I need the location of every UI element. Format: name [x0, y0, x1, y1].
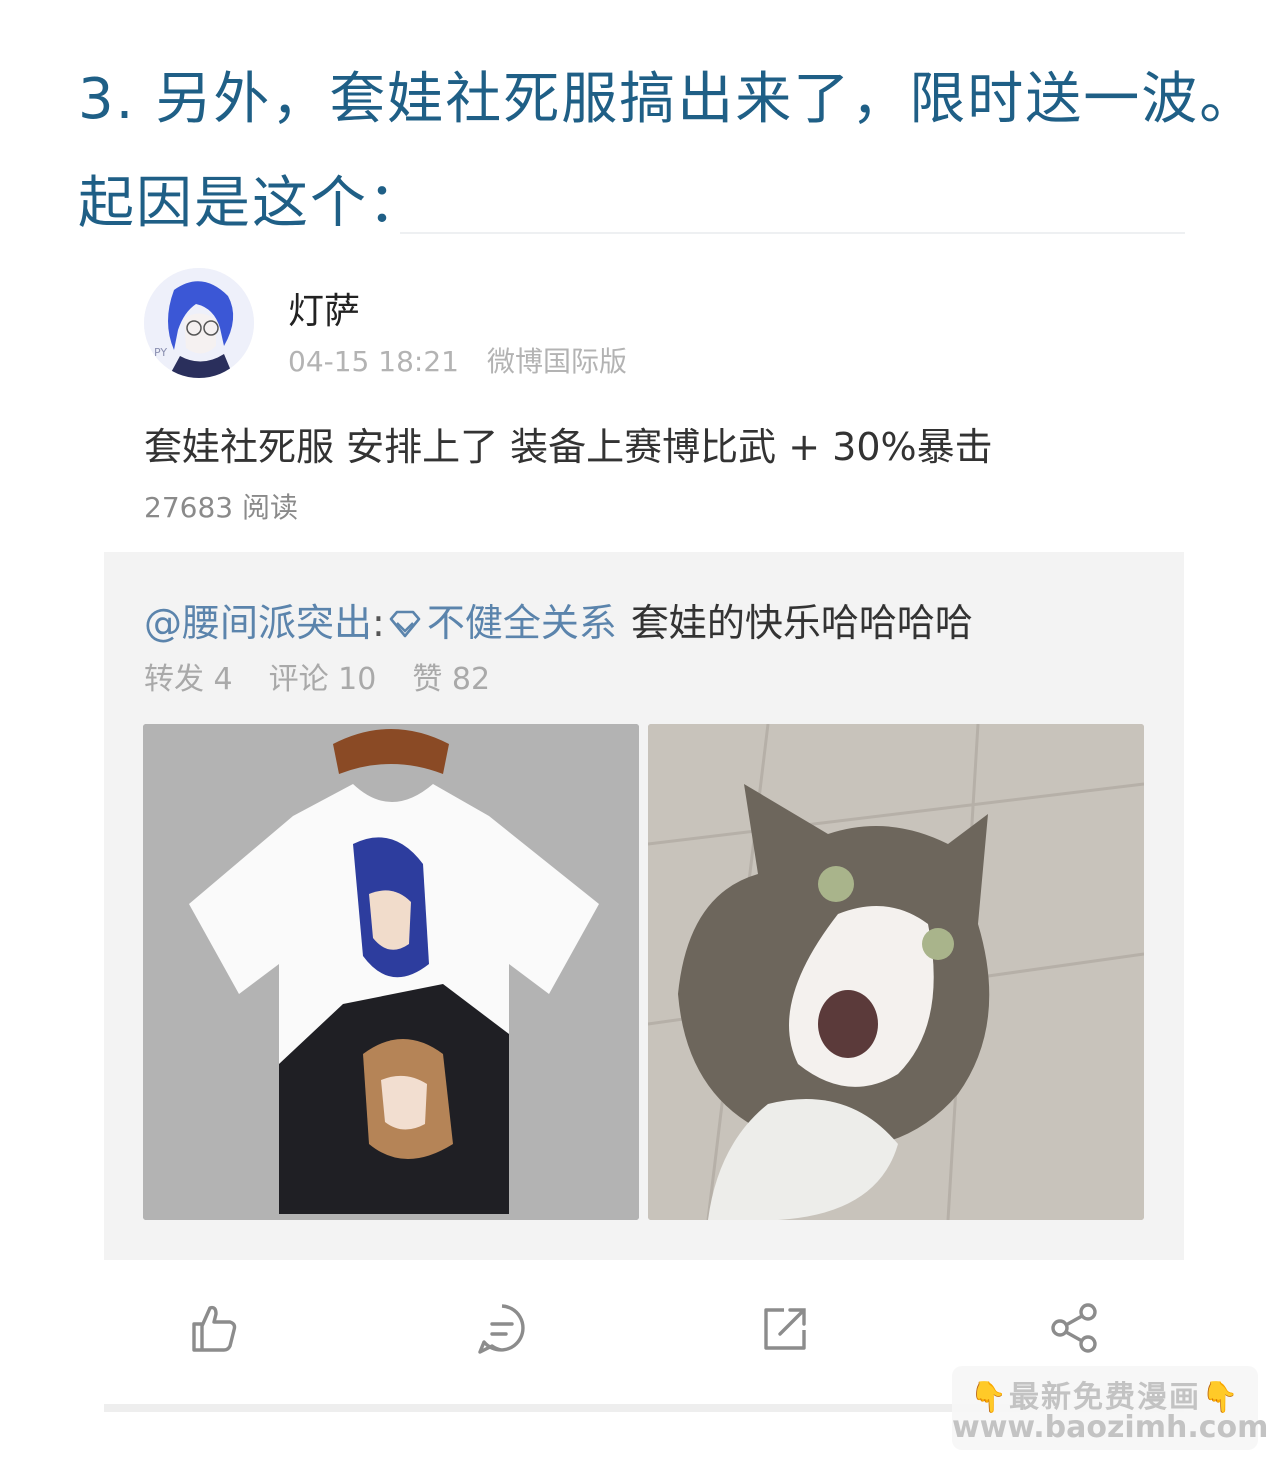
read-count: 27683 阅读	[144, 491, 298, 524]
username[interactable]: 灯萨	[288, 282, 360, 334]
post-meta: 04-15 18:21 微博国际版	[288, 340, 627, 380]
topic-tag[interactable]: 不健全关系	[427, 601, 617, 645]
comment-icon[interactable]	[472, 1298, 532, 1358]
post-text: 套娃社死服 安排上了 装备上赛博比武 + 30%暴击	[144, 425, 993, 469]
quoted-text: 套娃的快乐哈哈哈哈	[630, 601, 973, 645]
repost-count[interactable]: 转发 4	[144, 662, 233, 697]
repost-icon[interactable]	[756, 1298, 816, 1358]
mention-link[interactable]: @腰间派突出	[144, 601, 372, 645]
heading-line-2: 起因是这个：	[78, 171, 426, 236]
post-source: 微博国际版	[486, 345, 627, 378]
like-count[interactable]: 赞 82	[412, 662, 490, 697]
watermark-url: www.baozimh.com	[952, 1410, 1269, 1445]
avatar[interactable]: PY	[144, 268, 254, 378]
thumbs-up-icon[interactable]	[184, 1298, 244, 1358]
heading-line-1: 3. 另外，套娃社死服搞出来了，限时送一波。	[78, 67, 1258, 132]
svg-text:PY: PY	[154, 346, 167, 359]
diamond-icon	[387, 604, 423, 648]
share-icon[interactable]	[1044, 1298, 1104, 1358]
colon: :	[372, 601, 385, 645]
timestamp: 04-15 18:21	[288, 345, 459, 378]
divider	[400, 232, 1185, 234]
tshirt-image[interactable]	[143, 724, 639, 1220]
quoted-text-line: @腰间派突出: 不健全关系 套娃的快乐哈哈哈哈	[144, 592, 973, 648]
quoted-post[interactable]: @腰间派突出: 不健全关系 套娃的快乐哈哈哈哈 转发 4 评论 10 赞 82	[104, 552, 1184, 1260]
quoted-stats: 转发 4 评论 10 赞 82	[144, 654, 526, 698]
watermark: 👇最新免费漫画👇 www.baozimh.com	[952, 1366, 1269, 1450]
cat-image[interactable]	[648, 724, 1144, 1220]
comment-count[interactable]: 评论 10	[269, 662, 377, 697]
